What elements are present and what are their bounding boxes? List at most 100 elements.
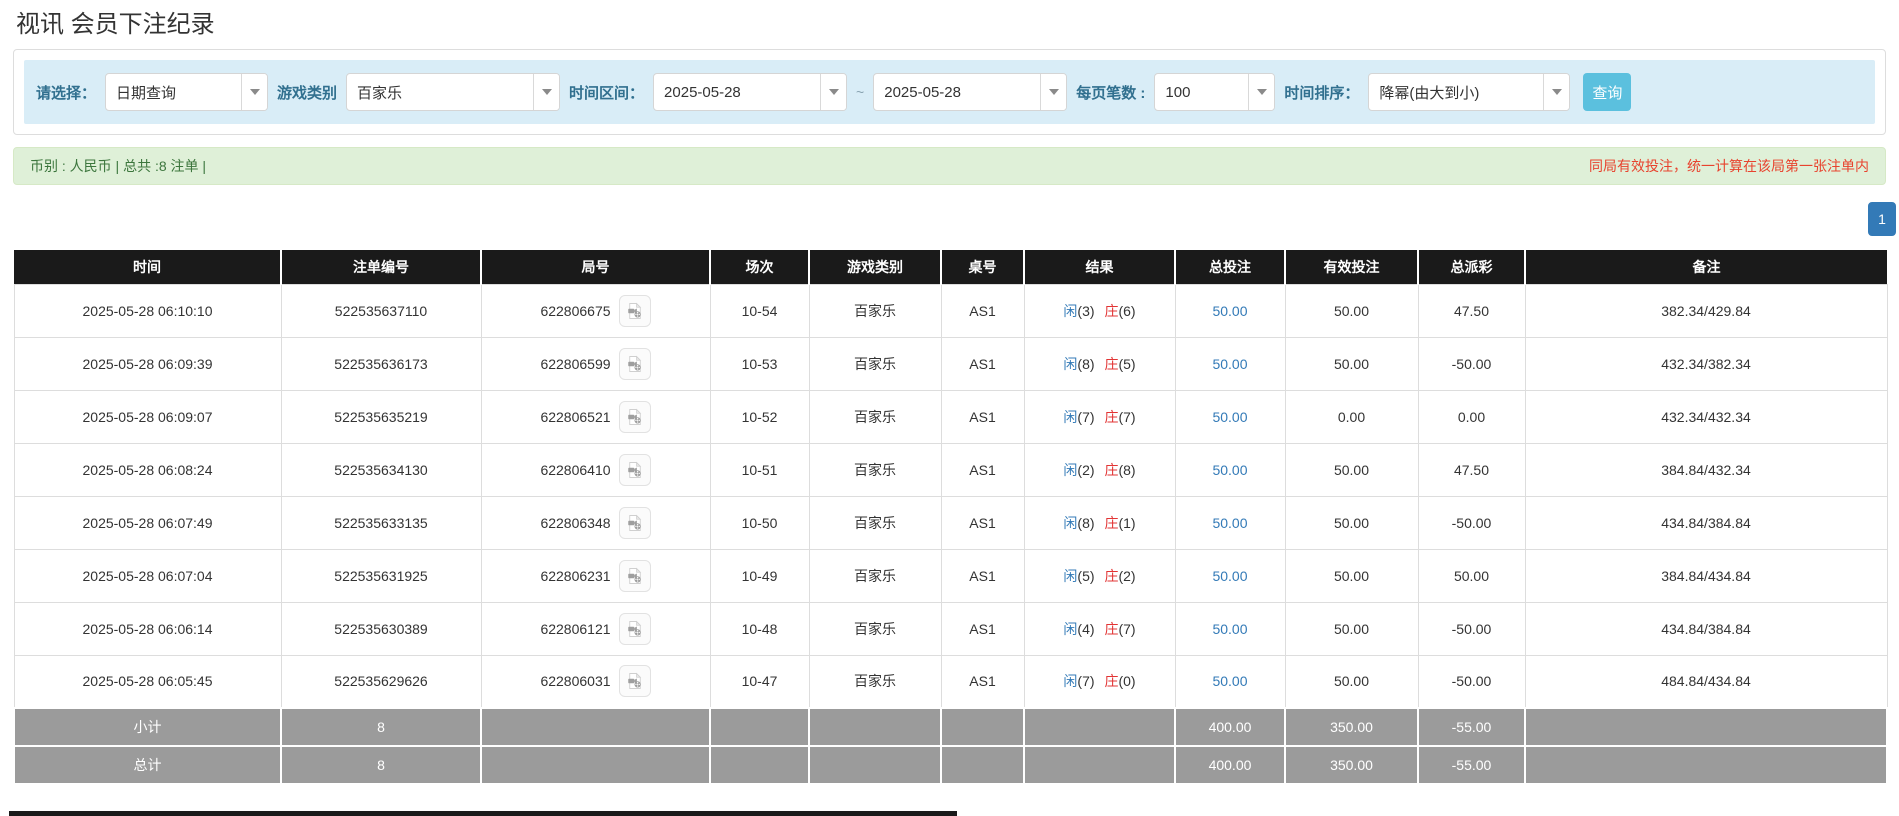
game-type-select[interactable] [346,73,561,111]
total-bet-link[interactable]: 50.00 [1212,409,1247,425]
date-from-dropdown-button[interactable] [820,74,847,110]
total-bet-link[interactable]: 50.00 [1212,515,1247,531]
sort-order-select[interactable] [1368,73,1571,111]
bet-id-cell: 522535637110 [280,283,482,338]
pagination: 1 [0,202,1896,236]
player-result-value: (4) [1077,620,1095,637]
game-type-dropdown-button[interactable] [533,74,560,110]
table-row: 2025-05-28 06:05:45 522535629626 6228060… [13,654,1888,709]
page-size-dropdown-button[interactable] [1248,74,1275,110]
date-range-separator: ~ [856,84,865,100]
query-type-dropdown-button[interactable] [241,74,268,110]
player-result-label: 闲 [1063,567,1078,584]
sort-order-label: 时间排序： [1284,84,1360,102]
date-from-input[interactable] [654,74,821,110]
remark-cell: 384.84/434.84 [1524,548,1888,603]
sort-order-input[interactable] [1369,74,1544,110]
video-camera-icon [627,567,641,584]
table-no-cell: AS1 [940,442,1025,497]
round-id: 622806675 [540,302,611,319]
total-label: 总计 [13,745,282,785]
video-replay-button[interactable] [618,506,651,539]
result-cell: 闲(2) 庄(8) [1023,442,1176,497]
page: 视讯 会员下注纪录 请选择： 游戏类别 时间区间： ~ 每 [0,11,1899,816]
video-replay-button[interactable] [618,612,651,645]
chevron-down-icon [828,89,839,95]
video-replay-button[interactable] [618,665,651,698]
total-bet-link[interactable]: 50.00 [1212,568,1247,584]
partial-next-section-edge [9,811,957,816]
date-to-input[interactable] [874,74,1041,110]
time-cell: 2025-05-28 06:07:04 [13,548,282,603]
valid-bet-cell: 50.00 [1284,654,1419,709]
total-row: 总计 8 400.00 350.00 -55.00 [13,745,1888,785]
page-1-button[interactable]: 1 [1868,202,1896,236]
total-bet-link[interactable]: 50.00 [1212,462,1247,478]
page-title: 视讯 会员下注纪录 [16,11,215,38]
session-cell: 10-51 [709,442,810,497]
search-button[interactable]: 查询 [1583,73,1632,111]
video-replay-button[interactable] [618,347,651,380]
video-replay-button[interactable] [618,294,651,327]
video-camera-icon [627,461,641,478]
date-from-select[interactable] [653,73,848,111]
page-size-input[interactable] [1155,74,1249,110]
header-bet-id: 注单编号 [280,250,481,284]
game-type-input[interactable] [347,74,534,110]
player-result-value: (8) [1077,355,1095,372]
total-empty-cell [1524,745,1888,785]
remark-cell: 432.34/382.34 [1524,336,1888,391]
video-camera-icon [627,620,641,637]
subtotal-label: 小计 [13,707,282,747]
video-camera-icon [627,672,641,690]
bet-id-cell: 522535630389 [280,601,482,656]
date-to-dropdown-button[interactable] [1040,74,1067,110]
total-count: 8 [280,745,482,785]
total-bet-cell: 50.00 [1174,442,1286,497]
video-replay-button[interactable] [618,559,651,592]
bet-id-cell: 522535634130 [280,442,482,497]
subtotal-payout: -55.00 [1417,707,1526,747]
round-id: 622806121 [540,620,611,637]
subtotal-count: 8 [280,707,482,747]
query-type-select[interactable] [105,73,269,111]
video-camera-icon [627,408,641,425]
result-cell: 闲(7) 庄(0) [1023,654,1176,709]
time-cell: 2025-05-28 06:10:10 [13,283,282,338]
table-row: 2025-05-28 06:07:49 522535633135 6228063… [13,495,1888,550]
game-type-cell: 百家乐 [808,389,942,444]
query-type-input[interactable] [106,74,242,110]
banker-result-label: 庄 [1104,408,1119,425]
table-row: 2025-05-28 06:08:24 522535634130 6228064… [13,442,1888,497]
game-type-cell: 百家乐 [808,442,942,497]
video-replay-button[interactable] [618,400,651,433]
table-row: 2025-05-28 06:09:39 522535636173 6228065… [13,336,1888,391]
video-replay-button[interactable] [618,453,651,486]
game-type-cell: 百家乐 [808,548,942,603]
table-no-cell: AS1 [940,601,1025,656]
round-cell: 622806521 [480,389,711,444]
round-id: 622806410 [540,461,611,478]
date-to-select[interactable] [873,73,1068,111]
subtotal-total-bet: 400.00 [1174,707,1286,747]
player-result-label: 闲 [1063,673,1078,690]
banker-result-value: (6) [1118,302,1136,319]
subtotal-row: 小计 8 400.00 350.00 -55.00 [13,707,1888,747]
sort-order-dropdown-button[interactable] [1543,74,1570,110]
page-size-select[interactable] [1154,73,1276,111]
round-cell: 622806410 [480,442,711,497]
header-result: 结果 [1023,250,1175,284]
player-result-value: (2) [1077,461,1095,478]
round-cell: 622806031 [480,654,711,709]
total-bet-link[interactable]: 50.00 [1212,673,1247,689]
total-bet-link[interactable]: 50.00 [1212,356,1247,372]
table-row: 2025-05-28 06:10:10 522535637110 6228066… [13,283,1888,338]
total-empty-cell [480,745,711,785]
subtotal-empty-cell [709,707,810,747]
valid-bet-cell: 50.00 [1284,601,1419,656]
table-header: 时间 注单编号 局号 场次 游戏类别 桌号 结果 总投注 有效投注 总派彩 备注 [14,250,1887,284]
total-bet-link[interactable]: 50.00 [1212,621,1247,637]
header-round: 局号 [480,250,710,284]
payout-cell: -50.00 [1417,654,1526,709]
total-bet-link[interactable]: 50.00 [1212,303,1247,319]
